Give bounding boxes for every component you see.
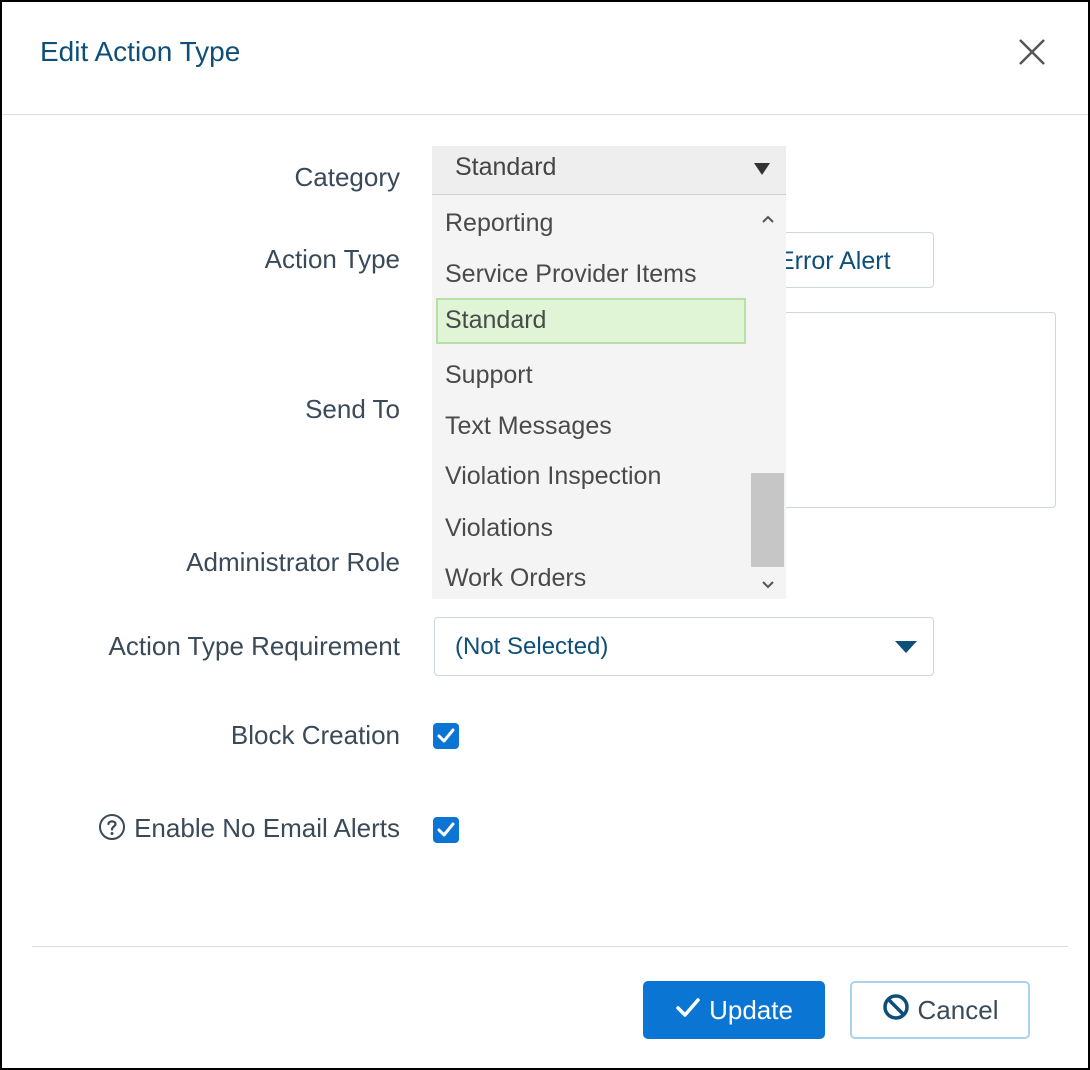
category-list-scrollbar[interactable] <box>750 195 786 599</box>
cancel-button[interactable]: Cancel <box>850 981 1030 1039</box>
chevron-down-icon[interactable] <box>760 577 776 593</box>
block-creation-checkbox[interactable] <box>433 723 459 749</box>
category-option-standard[interactable]: Standard <box>436 298 746 344</box>
administrator-role-label: Administrator Role <box>186 547 400 577</box>
caret-down-icon <box>895 640 917 658</box>
update-button[interactable]: Update <box>643 981 825 1039</box>
action-type-label: Action Type <box>264 244 400 274</box>
scrollbar-thumb[interactable] <box>751 473 784 567</box>
dialog-title: Edit Action Type <box>40 36 241 67</box>
footer-divider <box>32 946 1068 947</box>
category-option-support[interactable]: Support <box>436 353 748 397</box>
action-type-value: Error Alert <box>778 247 891 275</box>
question-circle-icon[interactable] <box>98 813 126 848</box>
category-option-service-provider-items[interactable]: Service Provider Items <box>436 252 748 296</box>
check-icon <box>675 995 701 1026</box>
category-option-violation-inspection[interactable]: Violation Inspection <box>436 454 748 498</box>
send-to-field[interactable] <box>762 312 1056 508</box>
block-creation-label: Block Creation <box>230 720 400 750</box>
edit-action-type-dialog: Edit Action Type Category Action Type Se… <box>0 0 1090 1070</box>
send-to-label: Send To <box>305 394 400 424</box>
category-option-work-orders[interactable]: Work Orders <box>436 556 748 599</box>
category-select[interactable]: Standard <box>432 146 786 195</box>
cancel-button-label: Cancel <box>917 994 999 1025</box>
header-divider <box>2 114 1088 115</box>
update-button-label: Update <box>709 994 793 1025</box>
enable-no-email-alerts-checkbox[interactable] <box>433 817 459 843</box>
category-option-reporting[interactable]: Reporting <box>436 201 748 245</box>
category-label: Category <box>294 162 401 192</box>
category-option-text-messages[interactable]: Text Messages <box>436 404 748 448</box>
enable-no-email-alerts-row-label: Enable No Email Alerts <box>98 813 400 848</box>
enable-no-email-alerts-label: Enable No Email Alerts <box>134 813 400 843</box>
action-type-requirement-select[interactable]: (Not Selected) <box>434 617 934 676</box>
chevron-up-icon[interactable] <box>760 211 776 227</box>
category-dropdown-list[interactable]: Reporting Service Provider Items Standar… <box>432 195 786 599</box>
close-icon[interactable] <box>1012 32 1052 72</box>
ban-icon <box>882 993 910 1028</box>
category-selected-value: Standard <box>455 153 557 181</box>
category-option-violations[interactable]: Violations <box>436 506 748 550</box>
caret-down-icon <box>754 162 770 180</box>
action-type-requirement-label: Action Type Requirement <box>108 631 400 661</box>
action-type-requirement-value: (Not Selected) <box>455 633 609 660</box>
